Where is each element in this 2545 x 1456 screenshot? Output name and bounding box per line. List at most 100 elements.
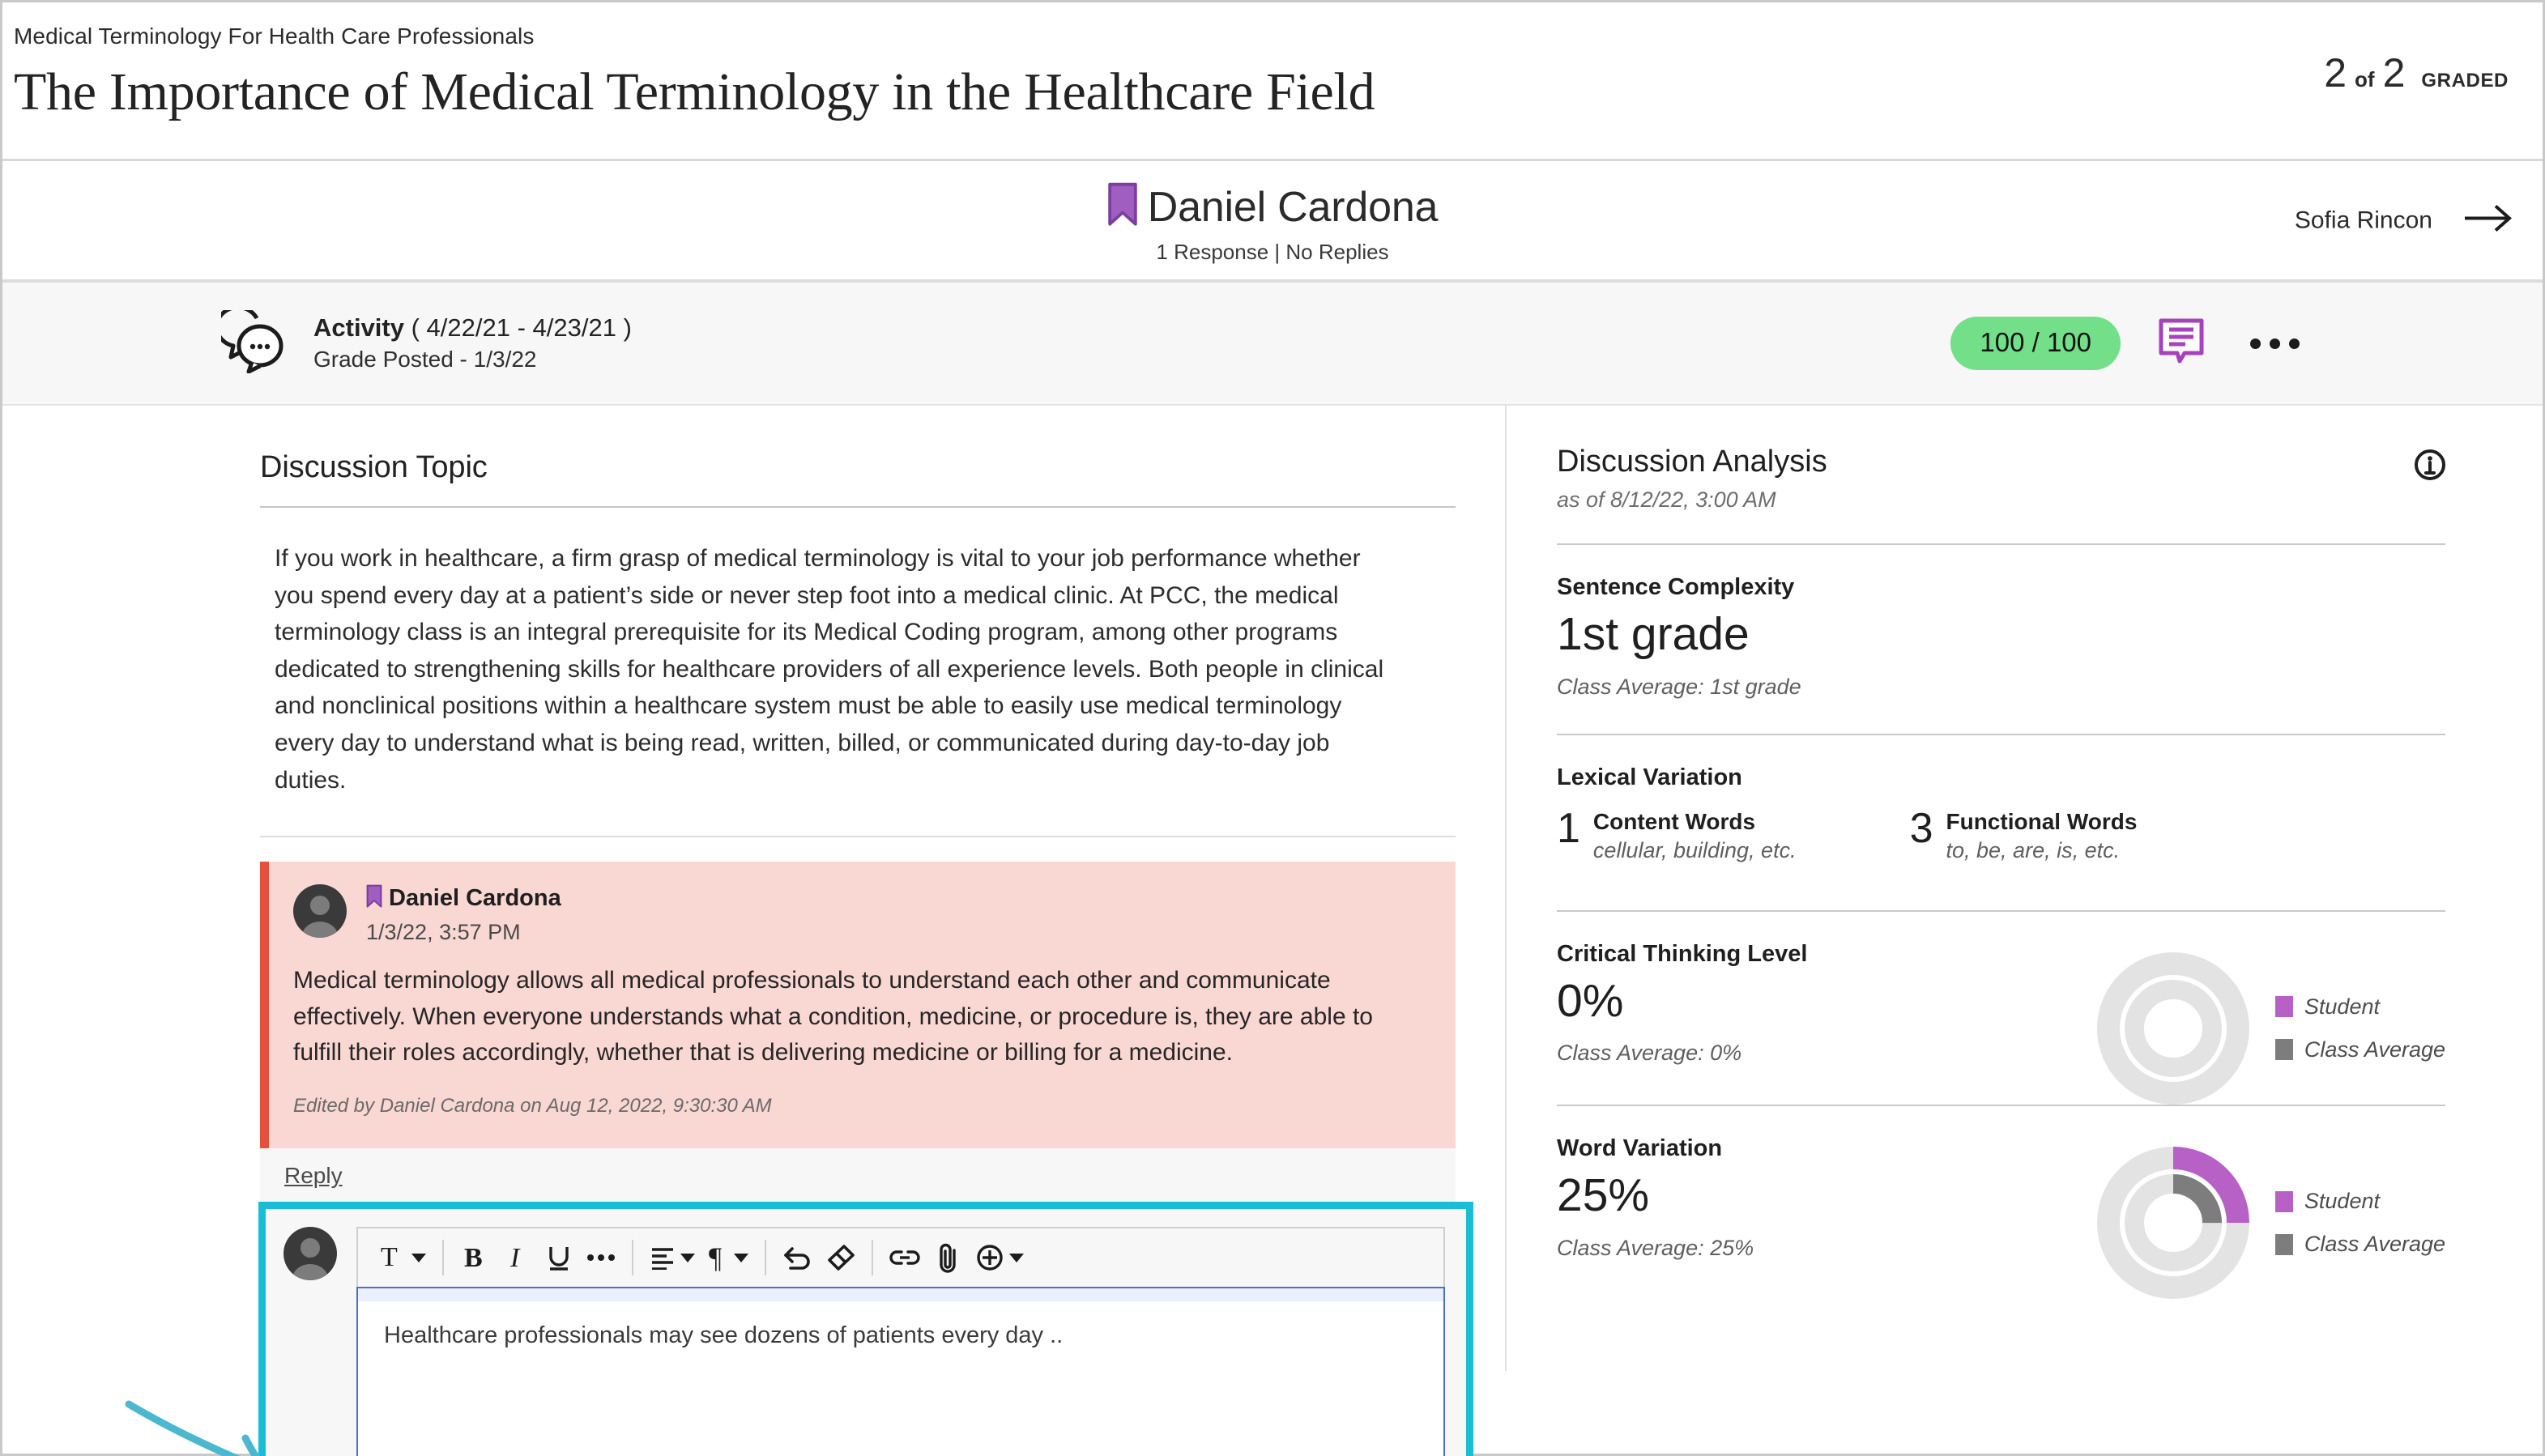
activity-dates: ( 4/22/21 - 4/23/21 ) (411, 313, 632, 342)
functional-words-examples: to, be, are, is, etc. (1946, 838, 2138, 863)
divider (442, 1240, 444, 1275)
divider (260, 836, 1456, 837)
text-style-button[interactable]: T (373, 1236, 433, 1279)
analysis-timestamp: as of 8/12/22, 3:00 AM (1557, 487, 2445, 513)
student-name: Daniel Cardona (1148, 183, 1439, 232)
response-body: Medical terminology allows all medical p… (293, 963, 1426, 1071)
donut-legend: Student Class Average (2275, 1189, 2445, 1257)
legend-swatch-student (2275, 996, 2293, 1017)
reply-link[interactable]: Reply (284, 1163, 343, 1189)
page-counter: 2 of 2 GRADED (2324, 49, 2509, 96)
next-student-nav[interactable]: Sofia Rincon (2295, 202, 2513, 239)
functional-words-count: 3 (1910, 809, 1933, 849)
svg-text:T: T (381, 1243, 398, 1272)
divider (872, 1240, 873, 1275)
info-icon[interactable] (2413, 448, 2447, 486)
more-options-icon[interactable] (2242, 330, 2308, 357)
metric-critical-thinking: Critical Thinking Level 0% Class Average… (1557, 912, 2445, 1066)
legend-label-student: Student (2304, 1189, 2380, 1214)
divider (632, 1240, 633, 1275)
activity-bar: Activity ( 4/22/21 - 4/23/21 ) Grade Pos… (2, 283, 2543, 406)
editor-toolbar: T B I (356, 1227, 1445, 1287)
discussion-topic-heading: Discussion Topic (260, 450, 1505, 485)
clear-formatting-button[interactable] (820, 1236, 862, 1279)
activity-label: Activity (313, 313, 404, 342)
chevron-down-icon (1009, 1254, 1024, 1262)
underline-button[interactable] (538, 1236, 580, 1279)
svg-text:B: B (464, 1243, 483, 1272)
metric-lexical-variation: Lexical Variation 1 Content Words cellul… (1557, 735, 2445, 863)
chevron-down-icon (680, 1254, 695, 1262)
status-badge: GRADED (2421, 70, 2509, 92)
response-timestamp: 1/3/22, 3:57 PM (366, 920, 561, 945)
page-of-label: of (2355, 67, 2375, 92)
content-words-label: Content Words (1593, 809, 1755, 834)
metric-value: 1st grade (1557, 609, 2445, 660)
content-words-count: 1 (1557, 809, 1580, 849)
reply-draft-text: Healthcare professionals may see dozens … (358, 1288, 1443, 1349)
next-student-name: Sofia Rincon (2295, 206, 2432, 234)
content-words-examples: cellular, building, etc. (1593, 838, 1797, 863)
functional-words-label: Functional Words (1946, 809, 2138, 834)
svg-text:I: I (509, 1243, 521, 1272)
response-edited-note: Edited by Daniel Cardona on Aug 12, 2022… (293, 1095, 1426, 1118)
activity-info: Activity ( 4/22/21 - 4/23/21 ) Grade Pos… (221, 310, 632, 377)
avatar (293, 884, 347, 938)
reply-editor: T B I (356, 1227, 1445, 1456)
page-total: 2 (2383, 49, 2406, 96)
main-content: Discussion Topic If you work in healthca… (2, 406, 2543, 1371)
grade-badge[interactable]: 100 / 100 (1950, 317, 2121, 370)
legend-label-student: Student (2304, 994, 2380, 1020)
user-avatar-icon (283, 1227, 337, 1280)
legend-swatch-class-average (2275, 1234, 2293, 1255)
discussion-bubbles-icon (221, 310, 291, 377)
paragraph-button[interactable]: ¶ (701, 1236, 755, 1279)
discussion-grading-page: Medical Terminology For Health Care Prof… (0, 0, 2545, 1456)
legend-label-class-average: Class Average (2304, 1037, 2445, 1062)
attach-file-button[interactable] (927, 1236, 969, 1279)
functional-words-stat: 3 Functional Words to, be, are, is, etc. (1910, 809, 2138, 863)
content-words-stat: 1 Content Words cellular, building, etc. (1557, 809, 1797, 863)
activity-actions: 100 / 100 (1950, 317, 2308, 370)
arrow-right-icon[interactable] (2463, 202, 2513, 239)
discussion-topic-text: If you work in healthcare, a firm grasp … (260, 540, 1394, 798)
legend-swatch-class-average (2275, 1039, 2293, 1060)
critical-thinking-donut-chart: Student Class Average (2092, 947, 2445, 1109)
reply-editor-highlight: T B I (258, 1202, 1473, 1456)
response-summary: 1 Response | No Replies (1156, 240, 1388, 265)
insert-link-button[interactable] (883, 1236, 927, 1279)
word-variation-donut-chart: Student Class Average (2092, 1142, 2445, 1304)
metric-label: Lexical Variation (1557, 764, 2445, 791)
response-author: Daniel Cardona (366, 884, 561, 913)
more-formatting-button[interactable] (580, 1236, 622, 1279)
page-title: The Importance of Medical Terminology in… (14, 62, 2510, 122)
grade-posted-date: Grade Posted - 1/3/22 (313, 345, 632, 375)
student-identity: Daniel Cardona (1107, 182, 1439, 232)
chevron-down-icon (734, 1254, 748, 1262)
response-author-name: Daniel Cardona (389, 885, 561, 912)
italic-button[interactable]: I (496, 1236, 538, 1279)
discussion-analysis-panel: Discussion Analysis as of 8/12/22, 3:00 … (1505, 406, 2543, 1371)
divider (260, 506, 1456, 508)
page-current: 2 (2324, 49, 2347, 96)
page-header: Medical Terminology For Health Care Prof… (2, 2, 2543, 161)
reply-textarea[interactable]: Healthcare professionals may see dozens … (356, 1287, 1445, 1456)
discussion-column: Discussion Topic If you work in healthca… (2, 406, 1505, 1371)
metric-sentence-complexity: Sentence Complexity 1st grade Class Aver… (1557, 545, 2445, 700)
svg-text:¶: ¶ (709, 1242, 722, 1273)
donut-legend: Student Class Average (2275, 994, 2445, 1062)
reply-bar: Reply (260, 1148, 1456, 1202)
bookmark-icon (366, 884, 382, 913)
add-content-button[interactable] (969, 1236, 1030, 1279)
bold-button[interactable]: B (454, 1236, 496, 1279)
response-header: Daniel Cardona 1/3/22, 3:57 PM (293, 884, 1426, 945)
metric-word-variation: Word Variation 25% Class Average: 25% St… (1557, 1106, 2445, 1261)
student-navigation-bar: Daniel Cardona 1 Response | No Replies S… (2, 161, 2543, 283)
legend-label-class-average: Class Average (2304, 1232, 2445, 1257)
undo-button[interactable] (776, 1236, 820, 1279)
course-name: Medical Terminology For Health Care Prof… (14, 23, 2510, 49)
align-button[interactable] (643, 1236, 701, 1279)
feedback-comment-icon[interactable] (2158, 317, 2205, 370)
metric-class-average: Class Average: 1st grade (1557, 675, 2445, 700)
chevron-down-icon (411, 1254, 426, 1262)
